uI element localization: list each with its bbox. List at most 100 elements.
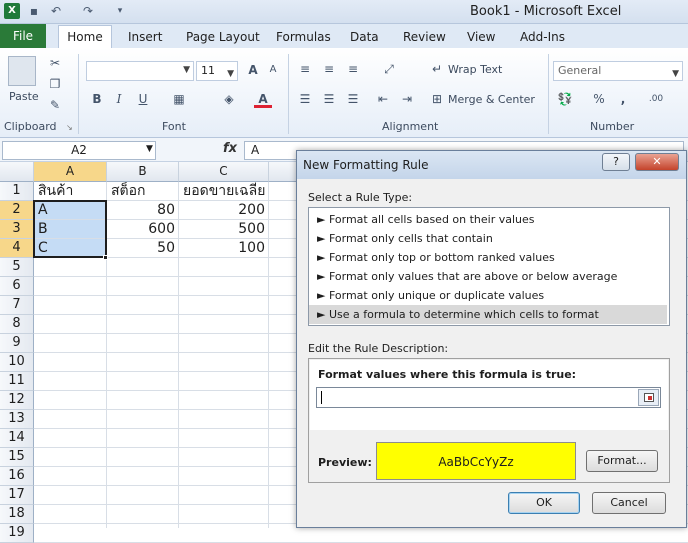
row-header[interactable]: 5 <box>0 258 34 277</box>
align-left-icon[interactable]: ☰ <box>296 90 314 108</box>
tab-home[interactable]: Home <box>58 25 112 49</box>
cancel-button[interactable]: Cancel <box>592 492 666 514</box>
dialog-launcher-icon[interactable]: ↘ <box>66 123 73 132</box>
tab-formulas[interactable]: Formulas <box>266 28 341 48</box>
increase-decimal-button[interactable]: .00 <box>644 90 668 108</box>
help-button[interactable]: ? <box>602 153 630 171</box>
align-middle-icon[interactable]: ≡ <box>320 60 338 78</box>
paste-icon[interactable] <box>8 56 36 86</box>
row-header[interactable]: 6 <box>0 277 34 296</box>
name-box-dropdown-icon[interactable]: ▼ <box>146 144 153 154</box>
italic-button[interactable]: I <box>110 90 128 108</box>
row-header[interactable]: 10 <box>0 353 34 372</box>
row-header[interactable]: 9 <box>0 334 34 353</box>
align-center-icon[interactable]: ☰ <box>320 90 338 108</box>
save-icon[interactable]: ▪ <box>26 3 42 19</box>
rule-type-item[interactable]: ► Format all cells based on their values <box>309 210 667 229</box>
font-size-combo[interactable]: 11 ▼ <box>196 61 238 81</box>
customize-qat-icon[interactable]: ▾ <box>112 3 128 19</box>
dialog-title-bar[interactable]: New Formatting Rule ? ✕ <box>297 151 686 179</box>
cell-c4[interactable]: 100 <box>179 239 269 258</box>
cell-b3[interactable]: 600 <box>107 220 179 239</box>
rule-type-item-selected[interactable]: ► Use a formula to determine which cells… <box>309 305 667 324</box>
column-header-b[interactable]: B <box>107 162 179 182</box>
tab-file[interactable]: File <box>0 24 46 48</box>
tab-view[interactable]: View <box>457 28 505 48</box>
borders-icon[interactable]: ▦ <box>170 90 188 108</box>
name-box[interactable]: A2 <box>2 141 156 160</box>
comma-button[interactable]: , <box>614 90 632 108</box>
row-header[interactable]: 16 <box>0 467 34 486</box>
cell-a1[interactable]: สินค้า <box>34 182 106 201</box>
row-header[interactable]: 11 <box>0 372 34 391</box>
tab-review[interactable]: Review <box>393 28 456 48</box>
copy-icon[interactable]: ❐ <box>46 75 64 93</box>
shrink-font-icon[interactable]: A <box>264 61 282 79</box>
row-header[interactable]: 18 <box>0 505 34 524</box>
number-format-combo[interactable]: General ▼ <box>553 61 683 81</box>
row-header[interactable]: 14 <box>0 429 34 448</box>
rule-type-item[interactable]: ► Format only cells that contain <box>309 229 667 248</box>
column-header-d[interactable] <box>269 162 299 182</box>
collapse-dialog-icon[interactable] <box>638 389 659 406</box>
cell-b2[interactable]: 80 <box>107 201 179 220</box>
dialog-title: New Formatting Rule <box>303 158 429 172</box>
tab-add-ins[interactable]: Add-Ins <box>510 28 575 48</box>
wrap-text-button[interactable]: Wrap Text <box>448 63 502 76</box>
align-top-icon[interactable]: ≡ <box>296 60 314 78</box>
rule-type-item[interactable]: ► Format only unique or duplicate values <box>309 286 667 305</box>
cell-c1[interactable]: ยอดขายเฉลี่ย <box>179 182 269 201</box>
percent-button[interactable]: % <box>590 90 608 108</box>
row-header[interactable]: 13 <box>0 410 34 429</box>
close-icon[interactable]: ✕ <box>635 153 679 171</box>
row-header[interactable]: 4 <box>0 239 34 258</box>
redo-icon[interactable]: ↷ <box>80 3 96 19</box>
font-name-combo[interactable]: ▼ <box>86 61 194 81</box>
cut-icon[interactable]: ✂ <box>46 54 64 72</box>
tab-insert[interactable]: Insert <box>118 28 172 48</box>
row-header[interactable]: 19 <box>0 524 34 543</box>
column-header-a[interactable]: A <box>34 162 107 182</box>
row-header[interactable]: 1 <box>0 182 34 201</box>
rule-type-item[interactable]: ► Format only values that are above or b… <box>309 267 667 286</box>
format-painter-icon[interactable]: ✎ <box>46 96 64 114</box>
fill-color-icon[interactable]: ◈ <box>220 90 238 108</box>
align-right-icon[interactable]: ☰ <box>344 90 362 108</box>
cell-c3[interactable]: 500 <box>179 220 269 239</box>
bold-button[interactable]: B <box>88 90 106 108</box>
merge-center-button[interactable]: Merge & Center <box>448 93 535 106</box>
tab-page-layout[interactable]: Page Layout <box>176 28 270 48</box>
increase-indent-icon[interactable]: ⇥ <box>398 90 416 108</box>
paste-button[interactable]: Paste <box>9 90 39 103</box>
insert-function-button[interactable]: fx <box>223 141 237 156</box>
orientation-icon[interactable]: ⤢ <box>380 60 398 78</box>
formula-rule-input[interactable] <box>316 387 661 408</box>
wrap-text-icon[interactable]: ↵ <box>428 60 446 78</box>
row-header[interactable]: 15 <box>0 448 34 467</box>
cell-c2[interactable]: 200 <box>179 201 269 220</box>
grow-font-icon[interactable]: A <box>244 61 262 79</box>
ok-button[interactable]: OK <box>508 492 580 514</box>
cell-b1[interactable]: สต็อก <box>107 182 179 201</box>
fill-handle[interactable] <box>103 255 108 260</box>
select-all-corner[interactable] <box>0 162 34 182</box>
row-header[interactable]: 3 <box>0 220 34 239</box>
window-title: Book1 - Microsoft Excel <box>470 4 622 19</box>
row-header[interactable]: 12 <box>0 391 34 410</box>
row-header[interactable]: 2 <box>0 201 34 220</box>
row-header[interactable]: 8 <box>0 315 34 334</box>
row-header[interactable]: 7 <box>0 296 34 315</box>
cell-b4[interactable]: 50 <box>107 239 179 258</box>
column-header-c[interactable]: C <box>179 162 269 182</box>
currency-icon[interactable]: 💱 <box>556 90 574 108</box>
font-color-icon[interactable]: A <box>254 90 272 108</box>
undo-icon[interactable]: ↶ <box>48 3 64 19</box>
row-header[interactable]: 17 <box>0 486 34 505</box>
rule-type-item[interactable]: ► Format only top or bottom ranked value… <box>309 248 667 267</box>
merge-center-icon[interactable]: ⊞ <box>428 90 446 108</box>
align-bottom-icon[interactable]: ≡ <box>344 60 362 78</box>
underline-button[interactable]: U <box>134 90 152 108</box>
format-button[interactable]: Format... <box>586 450 658 472</box>
decrease-indent-icon[interactable]: ⇤ <box>374 90 392 108</box>
tab-data[interactable]: Data <box>340 28 389 48</box>
